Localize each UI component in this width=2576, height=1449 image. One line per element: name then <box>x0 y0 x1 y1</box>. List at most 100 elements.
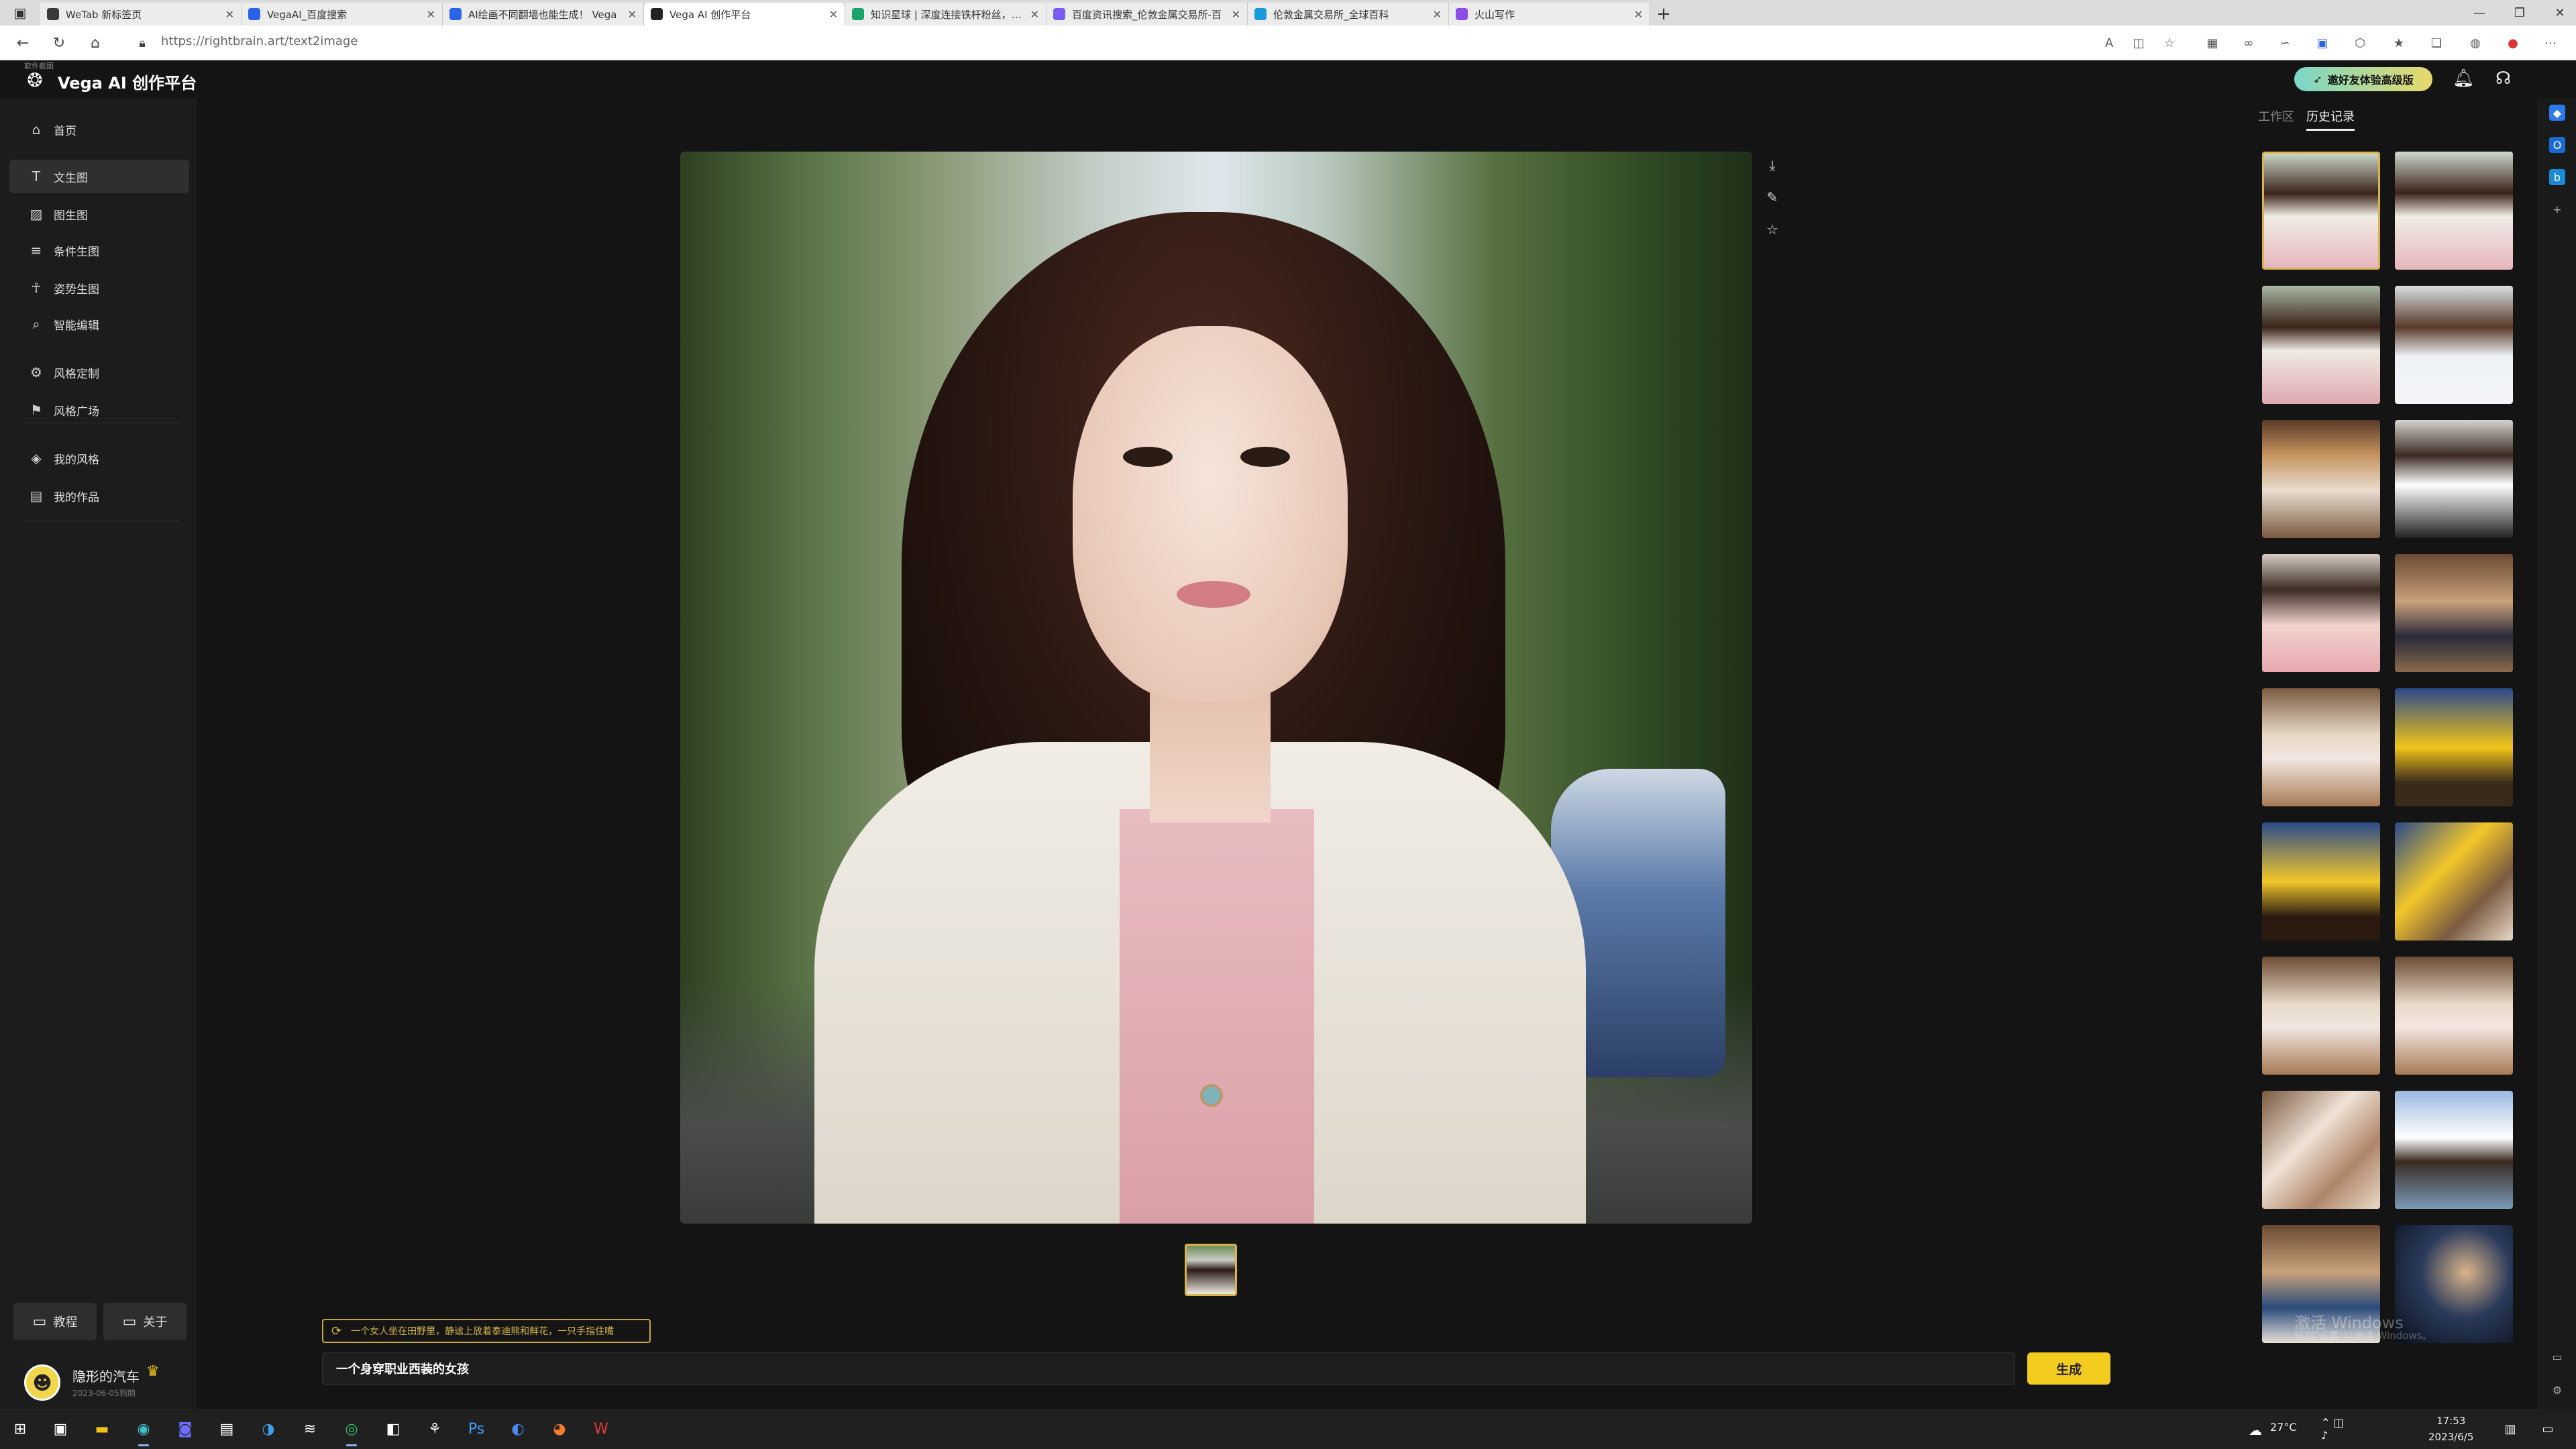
history-thumbnail[interactable] <box>2395 822 2513 941</box>
games-icon[interactable]: ◆ <box>2549 105 2565 121</box>
support-headset-icon[interactable]: ☊ <box>2496 68 2511 89</box>
browser-tab[interactable]: WeTab 新标签页 ✕ <box>40 3 241 25</box>
app-icon[interactable]: ◐ <box>506 1417 530 1441</box>
browser-tab[interactable]: VegaAI_百度搜索 ✕ <box>241 3 443 25</box>
history-thumbnail[interactable] <box>2262 420 2380 538</box>
avatar[interactable]: ☻ <box>24 1364 60 1401</box>
extension-icon[interactable]: ∽ <box>2277 35 2293 51</box>
tutorial-button[interactable]: ▭ 教程 <box>13 1303 97 1340</box>
notification-bell-icon[interactable]: 🔔︎ <box>2453 68 2475 89</box>
history-thumbnail[interactable] <box>2395 420 2513 538</box>
prompt-input[interactable] <box>322 1352 2015 1385</box>
tab-close-icon[interactable]: ✕ <box>628 8 637 21</box>
add-sidebar-icon[interactable]: + <box>2549 201 2565 217</box>
download-icon[interactable]: ⤓ <box>1760 153 1784 177</box>
more-menu-icon[interactable]: ⋯ <box>2542 35 2559 51</box>
sidebar-item-text-image[interactable]: T 文生图 <box>9 160 189 193</box>
history-thumbnail[interactable] <box>2395 152 2513 270</box>
browser-tab[interactable]: 知识星球 | 深度连接铁杆粉丝，运营 ✕ <box>845 3 1046 25</box>
bing-icon[interactable]: b <box>2549 169 2565 185</box>
app-icon[interactable]: ⚘ <box>423 1417 447 1441</box>
weather-temp[interactable]: 27°C <box>2270 1421 2297 1434</box>
widgets-icon[interactable]: ▥ <box>2498 1417 2522 1441</box>
history-thumbnail[interactable] <box>2395 688 2513 806</box>
browser-tab[interactable]: AI绘画不同翻墙也能生成！ Vega ✕ <box>443 3 644 25</box>
edge-icon[interactable]: ◉ <box>131 1417 156 1446</box>
history-thumbnail[interactable] <box>2262 822 2380 941</box>
history-thumbnail[interactable] <box>2395 1091 2513 1209</box>
browser-tab[interactable]: 伦敦金属交易所_全球百科 ✕ <box>1248 3 1449 25</box>
tab-close-icon[interactable]: ✕ <box>829 8 838 21</box>
browser-tab[interactable]: 火山写作 ✕ <box>1449 3 1650 25</box>
outlook-icon[interactable]: O <box>2549 137 2565 153</box>
tab-close-icon[interactable]: ✕ <box>427 8 435 21</box>
app-icon[interactable]: ◑ <box>256 1417 280 1441</box>
extension-icon[interactable]: ∞ <box>2241 35 2257 51</box>
maximize-icon[interactable]: ❐ <box>2500 0 2540 25</box>
tab-history[interactable]: 历史记录 <box>2306 107 2355 131</box>
browser-tab[interactable]: Vega AI 创作平台 ✕ <box>644 3 845 25</box>
url-field[interactable]: https://rightbrain.art/text2image <box>161 34 358 48</box>
weather-icon[interactable]: ☁ <box>2243 1418 2267 1442</box>
extension-icon[interactable]: ▣ <box>2314 35 2330 51</box>
tab-close-icon[interactable]: ✕ <box>1634 8 1643 21</box>
history-thumbnail[interactable] <box>2395 554 2513 672</box>
history-thumbnail[interactable] <box>2262 1091 2380 1209</box>
history-thumbnail[interactable] <box>2262 152 2380 270</box>
read-aloud-icon[interactable]: A <box>2101 35 2117 51</box>
sidebar-item-condition[interactable]: ≡ 条件生图 <box>9 233 189 267</box>
history-thumbnail[interactable] <box>2395 286 2513 404</box>
tray-icons[interactable]: ⌃ ◫ ♪ <box>2321 1416 2345 1442</box>
sidebar-item-image[interactable]: ▨ 图生图 <box>9 197 189 231</box>
sidebar-item-home[interactable]: ⌂ 首页 <box>9 113 189 146</box>
sidebar-item-my-style[interactable]: ◈ 我的风格 <box>9 441 189 475</box>
collections-icon[interactable]: ❏ <box>2428 35 2445 51</box>
history-thumbnail[interactable] <box>2262 554 2380 672</box>
notification-center-icon[interactable]: ▭ <box>2536 1417 2560 1441</box>
generate-button[interactable]: 生成 <box>2027 1352 2110 1385</box>
generated-image[interactable] <box>680 152 1752 1224</box>
invite-promo-button[interactable]: ➶ 邀好友体验高级版 <box>2294 67 2432 91</box>
sidebar-item-my-works[interactable]: ▤ 我的作品 <box>9 479 189 513</box>
minimize-icon[interactable]: — <box>2459 0 2500 25</box>
sidebar-item-style-custom[interactable]: ⚙ 风格定制 <box>9 356 189 389</box>
tab-close-icon[interactable]: ✕ <box>225 8 234 21</box>
about-button[interactable]: ▭ 关于 <box>103 1303 186 1340</box>
split-screen-icon[interactable]: ◫ <box>2131 35 2147 51</box>
favorite-star-icon[interactable]: ☆ <box>1760 217 1784 241</box>
tab-actions-icon[interactable]: ▣ <box>0 0 40 25</box>
tab-close-icon[interactable]: ✕ <box>1030 8 1039 21</box>
new-tab-button[interactable]: + <box>1650 3 1677 25</box>
tab-close-icon[interactable]: ✕ <box>1232 8 1240 21</box>
tab-close-icon[interactable]: ✕ <box>1433 8 1442 21</box>
extension-icon[interactable]: ▦ <box>2204 35 2220 51</box>
history-thumbnail[interactable] <box>2262 957 2380 1075</box>
history-thumbnail[interactable] <box>2262 286 2380 404</box>
extensions-icon[interactable]: ⬡ <box>2352 35 2368 51</box>
history-thumbnail[interactable] <box>2395 957 2513 1075</box>
result-thumbnail[interactable] <box>1185 1244 1237 1296</box>
task-view-icon[interactable]: ▣ <box>48 1417 72 1441</box>
sidebar-item-pose[interactable]: ☥ 姿势生图 <box>9 271 189 305</box>
history-thumbnail[interactable] <box>2262 688 2380 806</box>
app-icon[interactable]: ≋ <box>298 1417 322 1441</box>
browser-tab[interactable]: 百度资讯搜索_伦敦金属交易所-百 ✕ <box>1046 3 1248 25</box>
edit-image-icon[interactable]: ✎ <box>1760 185 1784 209</box>
app-icon[interactable]: ◧ <box>381 1417 405 1441</box>
history-thumbnail[interactable] <box>2395 1225 2513 1343</box>
clock[interactable]: 17:53 2023/6/5 <box>2428 1413 2473 1445</box>
home-browser-icon[interactable]: ⌂ <box>86 34 105 52</box>
vega-logo-icon[interactable]: ❂ <box>23 68 47 93</box>
back-icon[interactable]: ← <box>13 34 32 52</box>
sidebar-item-style-square[interactable]: ⚑ 风格广场 <box>9 393 189 427</box>
refresh-icon[interactable]: ↻ <box>50 34 68 52</box>
file-explorer-icon[interactable]: ▬ <box>90 1417 114 1441</box>
favorite-add-icon[interactable]: ☆ <box>2161 35 2178 51</box>
start-icon[interactable]: ⊞ <box>8 1417 32 1441</box>
firefox-icon[interactable]: ◕ <box>547 1417 572 1441</box>
tab-workspace[interactable]: 工作区 <box>2258 107 2294 125</box>
favorites-icon[interactable]: ★ <box>2391 35 2407 51</box>
close-window-icon[interactable]: ✕ <box>2540 0 2576 25</box>
photoshop-icon[interactable]: Ps <box>464 1417 488 1441</box>
profile-icon[interactable]: ● <box>2505 35 2521 51</box>
